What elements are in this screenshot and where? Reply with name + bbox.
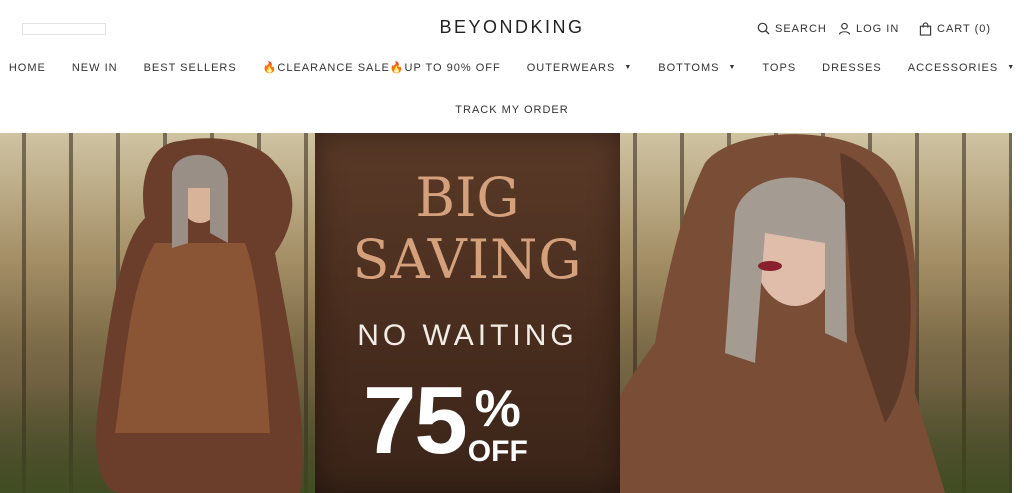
hero-banner[interactable]: BIG SAVING NO WAITING 75 % OFF [0, 133, 1012, 493]
nav-item-label: NEW IN [71, 61, 118, 74]
nav-item-suffix: UP TO 90% OFF [404, 61, 501, 74]
discount-badge: 75 % OFF [363, 373, 528, 469]
search-icon [757, 22, 770, 35]
nav-item-track-order[interactable]: TRACK MY ORDER [455, 104, 568, 116]
search-label: SEARCH [775, 22, 827, 35]
search-button[interactable]: SEARCH [757, 22, 827, 35]
promo-headline-saving: SAVING [352, 228, 583, 291]
promo-subheadline: NO WAITING [357, 319, 578, 352]
nav-item-label: BOTTOMS [658, 61, 720, 74]
percent-sign: % [474, 380, 521, 438]
nav-item-best-sellers[interactable]: BEST SELLERS [144, 61, 237, 74]
nav-item-accessories[interactable]: ACCESSORIES ▼ [908, 61, 1015, 74]
caret-down-icon: ▼ [624, 64, 633, 71]
nav-item-label: CLEARANCE SALE [277, 61, 390, 74]
nav-item-outerwears[interactable]: OUTERWEARS ▼ [527, 61, 633, 74]
login-label: LOG IN [856, 22, 900, 35]
nav-item-label: ACCESSORIES [907, 61, 999, 74]
nav-item-label: OUTERWEARS [526, 61, 616, 74]
cart-label: CART (0) [937, 23, 992, 35]
nav-item-clearance-sale[interactable]: 🔥 CLEARANCE SALE 🔥 UP TO 90% OFF [262, 61, 501, 75]
fire-icon: 🔥 [389, 62, 405, 74]
user-icon [838, 22, 851, 35]
discount-number: 75 [363, 367, 468, 474]
login-button[interactable]: LOG IN [838, 22, 899, 35]
caret-down-icon: ▼ [1007, 64, 1016, 71]
model-right-image [585, 134, 945, 493]
nav-item-label: BEST SELLERS [143, 61, 237, 74]
nav-item-label: DRESSES [822, 61, 882, 74]
nav-item-dresses[interactable]: DRESSES [822, 61, 882, 74]
cart-button[interactable]: CART (0) [919, 22, 991, 36]
nav-item-label: HOME [8, 61, 46, 74]
nav-item-label: TOPS [762, 61, 797, 74]
nav-item-tops[interactable]: TOPS [762, 61, 796, 74]
bag-icon [919, 22, 932, 36]
nav-item-bottoms[interactable]: BOTTOMS ▼ [658, 61, 736, 74]
page-scrollbar-track[interactable] [1012, 133, 1024, 493]
promo-headline-big: BIG [415, 166, 520, 229]
promo-panel: BIG SAVING NO WAITING 75 % OFF [315, 133, 620, 493]
off-label: OFF [467, 435, 528, 468]
nav-item-new-in[interactable]: NEW IN [72, 61, 118, 74]
fire-icon: 🔥 [262, 62, 278, 74]
secondary-nav: TRACK MY ORDER [0, 100, 1024, 118]
nav-item-home[interactable]: HOME [9, 61, 46, 74]
main-nav: HOME NEW IN BEST SELLERS 🔥 CLEARANCE SALE… [0, 61, 1024, 75]
model-left-image [96, 138, 303, 493]
caret-down-icon: ▼ [728, 64, 737, 71]
